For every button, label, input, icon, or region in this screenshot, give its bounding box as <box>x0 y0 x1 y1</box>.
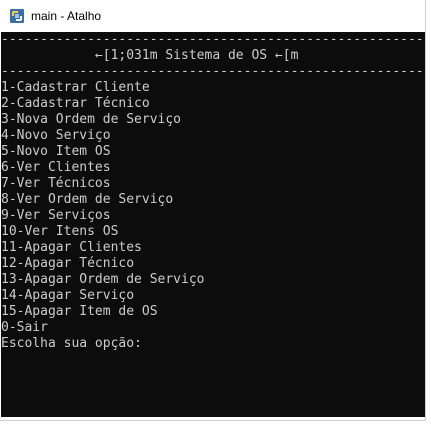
console-line: 9-Ver Serviços <box>1 208 111 223</box>
console-line: 12-Apagar Técnico <box>1 256 135 271</box>
console-line: 13-Apagar Ordem de Serviço <box>1 272 205 287</box>
console-line: 3-Nova Ordem de Serviço <box>1 112 182 127</box>
console-window: main - Atalho --------------------------… <box>0 0 426 421</box>
console-line: ←[1;031m Sistema de OS ←[m <box>1 48 299 63</box>
window-title: main - Atalho <box>31 9 102 23</box>
console-output[interactable]: ----------------------------------------… <box>1 32 425 417</box>
console-line: 1-Cadastrar Cliente <box>1 80 150 95</box>
console-line: 0-Sair <box>1 320 48 335</box>
console-line: 14-Apagar Serviço <box>1 288 135 303</box>
console-line: 4-Novo Serviço <box>1 128 111 143</box>
console-line: 10-Ver Itens OS <box>1 224 119 239</box>
python-icon <box>9 8 25 24</box>
console-line: 2-Cadastrar Técnico <box>1 96 150 111</box>
console-line: 5-Novo Item OS <box>1 144 111 159</box>
console-line: ----------------------------------------… <box>1 32 425 47</box>
console-line: 7-Ver Técnicos <box>1 176 111 191</box>
console-line: 8-Ver Ordem de Serviço <box>1 192 174 207</box>
console-line: 15-Apagar Item de OS <box>1 304 158 319</box>
title-bar[interactable]: main - Atalho <box>0 0 425 32</box>
console-line: 11-Apagar Clientes <box>1 240 142 255</box>
console-line: Escolha sua opção: <box>1 336 142 351</box>
console-line: 6-Ver Clientes <box>1 160 111 175</box>
console-line: ----------------------------------------… <box>1 64 425 79</box>
